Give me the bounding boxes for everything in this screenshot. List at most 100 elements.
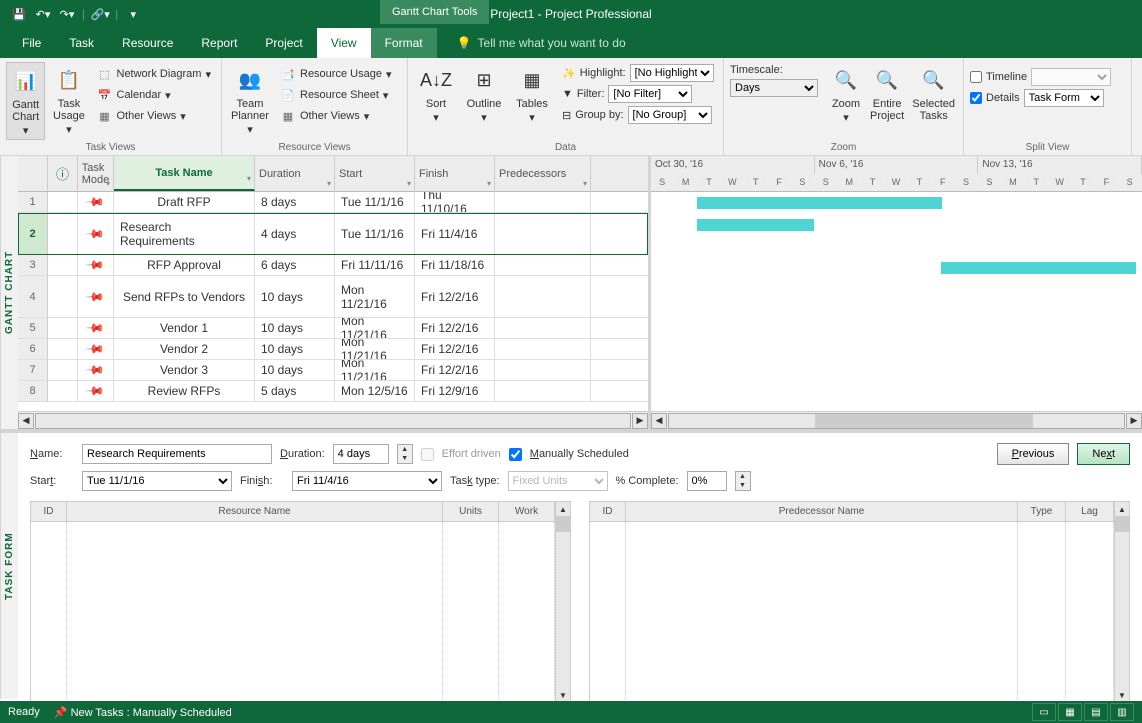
cell-task-name[interactable]: Draft RFP (114, 192, 255, 212)
cell-predecessors[interactable] (495, 381, 591, 401)
selected-tasks-button[interactable]: 🔍 Selected Tasks (910, 62, 957, 124)
res-scroll-up[interactable]: ▲ (556, 502, 570, 516)
tab-project[interactable]: Project (251, 28, 316, 58)
team-planner-button[interactable]: 👥 Team Planner▾ (228, 62, 272, 138)
table-row[interactable]: 6📌Vendor 210 daysMon 11/21/16Fri 12/2/16 (18, 339, 648, 360)
cell-info[interactable] (48, 255, 78, 275)
table-row[interactable]: 3📌RFP Approval6 daysFri 11/11/16Fri 11/1… (18, 255, 648, 276)
col-predecessors[interactable]: Predecessors▾ (495, 156, 591, 191)
entire-project-button[interactable]: 🔍 Entire Project (868, 62, 906, 124)
gantt-scroll-left[interactable]: ◀ (651, 413, 667, 429)
cell-start[interactable]: Tue 11/1/16 (335, 213, 415, 254)
resource-sheet-button[interactable]: 📄Resource Sheet ▾ (276, 85, 395, 105)
row-number[interactable]: 5 (18, 318, 48, 338)
col-task-name[interactable]: Task Name▾ (114, 156, 255, 191)
cell-info[interactable] (48, 360, 78, 380)
tab-task[interactable]: Task (55, 28, 108, 58)
res-thumb[interactable] (556, 516, 570, 532)
cell-start[interactable]: Mon 11/21/16 (335, 339, 415, 359)
network-diagram-button[interactable]: ⬚Network Diagram ▾ (93, 64, 216, 84)
gantt-chart-button[interactable]: 📊 Gantt Chart▾ (6, 62, 45, 140)
col-finish[interactable]: Finish▾ (415, 156, 495, 191)
cell-predecessors[interactable] (495, 192, 591, 212)
tab-file[interactable]: File (8, 28, 55, 58)
pct-complete-field[interactable] (687, 471, 727, 491)
gantt-scroll-thumb[interactable] (815, 414, 1033, 428)
next-button[interactable]: Next (1077, 443, 1130, 465)
row-number[interactable]: 3 (18, 255, 48, 275)
res-id-header[interactable]: ID (31, 502, 67, 521)
cell-task-name[interactable]: Vendor 2 (114, 339, 255, 359)
table-row[interactable]: 7📌Vendor 310 daysMon 11/21/16Fri 12/2/16 (18, 360, 648, 381)
pred-thumb[interactable] (1115, 516, 1129, 532)
row-number[interactable]: 6 (18, 339, 48, 359)
calendar-button[interactable]: 📅Calendar ▾ (93, 85, 216, 105)
cell-finish[interactable]: Fri 12/2/16 (415, 318, 495, 338)
finish-select[interactable]: Fri 11/4/16 (292, 471, 442, 491)
task-usage-button[interactable]: 📋 Task Usage▾ (49, 62, 88, 138)
row-number[interactable]: 8 (18, 381, 48, 401)
outline-button[interactable]: ⊞ Outline▾ (462, 62, 506, 126)
link-icon[interactable]: 🔗▾ (89, 3, 111, 25)
gantt-scroll-right[interactable]: ▶ (1126, 413, 1142, 429)
cell-duration[interactable]: 8 days (255, 192, 335, 212)
undo-icon[interactable]: ↶▾ (32, 3, 54, 25)
cell-task-name[interactable]: Research Requirements (114, 213, 255, 254)
table-row[interactable]: 2📌Research Requirements4 daysTue 11/1/16… (18, 213, 648, 255)
cell-info[interactable] (48, 276, 78, 317)
cell-duration[interactable]: 10 days (255, 318, 335, 338)
row-number[interactable]: 7 (18, 360, 48, 380)
zoom-button[interactable]: 🔍 Zoom▾ (828, 62, 864, 126)
pred-type-header[interactable]: Type (1018, 502, 1066, 521)
timescale-select[interactable]: Days (730, 79, 818, 97)
pred-id-header[interactable]: ID (590, 502, 626, 521)
cell-start[interactable]: Mon 11/21/16 (335, 276, 415, 317)
save-icon[interactable]: 💾 (8, 3, 30, 25)
cell-duration[interactable]: 10 days (255, 360, 335, 380)
cell-duration[interactable]: 10 days (255, 339, 335, 359)
cell-task-mode[interactable]: 📌 (78, 255, 114, 275)
name-field[interactable] (82, 444, 272, 464)
details-checkbox[interactable] (970, 92, 982, 104)
table-row[interactable]: 4📌Send RFPs to Vendors10 daysMon 11/21/1… (18, 276, 648, 318)
cell-predecessors[interactable] (495, 339, 591, 359)
status-new-tasks[interactable]: 📌 New Tasks : Manually Scheduled (54, 706, 232, 719)
group-select[interactable]: [No Group] (628, 106, 712, 124)
cell-duration[interactable]: 10 days (255, 276, 335, 317)
pred-lag-header[interactable]: Lag (1066, 502, 1114, 521)
cell-predecessors[interactable] (495, 255, 591, 275)
cell-info[interactable] (48, 318, 78, 338)
row-number[interactable]: 1 (18, 192, 48, 212)
view-btn-1[interactable]: ▭ (1032, 703, 1056, 721)
redo-icon[interactable]: ↷▾ (56, 3, 78, 25)
cell-task-name[interactable]: Vendor 1 (114, 318, 255, 338)
col-task-mode[interactable]: Task Mode▾ (78, 156, 114, 191)
cell-task-mode[interactable]: 📌 (78, 192, 114, 212)
sort-button[interactable]: A↓Z Sort▾ (414, 62, 458, 126)
cell-start[interactable]: Mon 11/21/16 (335, 318, 415, 338)
tab-format[interactable]: Format (371, 28, 437, 58)
cell-finish[interactable]: Thu 11/10/16 (415, 192, 495, 212)
cell-start[interactable]: Mon 11/21/16 (335, 360, 415, 380)
other-views2-button[interactable]: ▦Other Views ▾ (276, 106, 395, 126)
tell-me-search[interactable]: 💡 Tell me what you want to do (457, 28, 626, 58)
qat-custom-icon[interactable]: ▾ (122, 3, 144, 25)
cell-finish[interactable]: Fri 11/4/16 (415, 213, 495, 254)
row-number[interactable]: 4 (18, 276, 48, 317)
tab-view[interactable]: View (317, 28, 371, 58)
sheet-scroll-right[interactable]: ▶ (632, 413, 648, 429)
cell-finish[interactable]: Fri 12/2/16 (415, 276, 495, 317)
pct-up[interactable]: ▲ (736, 472, 750, 481)
res-scroll-down[interactable]: ▼ (556, 688, 570, 702)
cell-task-mode[interactable]: 📌 (78, 213, 114, 254)
cell-info[interactable] (48, 381, 78, 401)
cell-finish[interactable]: Fri 11/18/16 (415, 255, 495, 275)
col-duration[interactable]: Duration▾ (255, 156, 335, 191)
view-btn-4[interactable]: ▥ (1110, 703, 1134, 721)
cell-info[interactable] (48, 339, 78, 359)
cell-start[interactable]: Fri 11/11/16 (335, 255, 415, 275)
table-row[interactable]: 8📌Review RFPs5 daysMon 12/5/16Fri 12/9/1… (18, 381, 648, 402)
view-btn-3[interactable]: ▤ (1084, 703, 1108, 721)
cell-start[interactable]: Mon 12/5/16 (335, 381, 415, 401)
table-row[interactable]: 1📌Draft RFP8 daysTue 11/1/16Thu 11/10/16 (18, 192, 648, 213)
